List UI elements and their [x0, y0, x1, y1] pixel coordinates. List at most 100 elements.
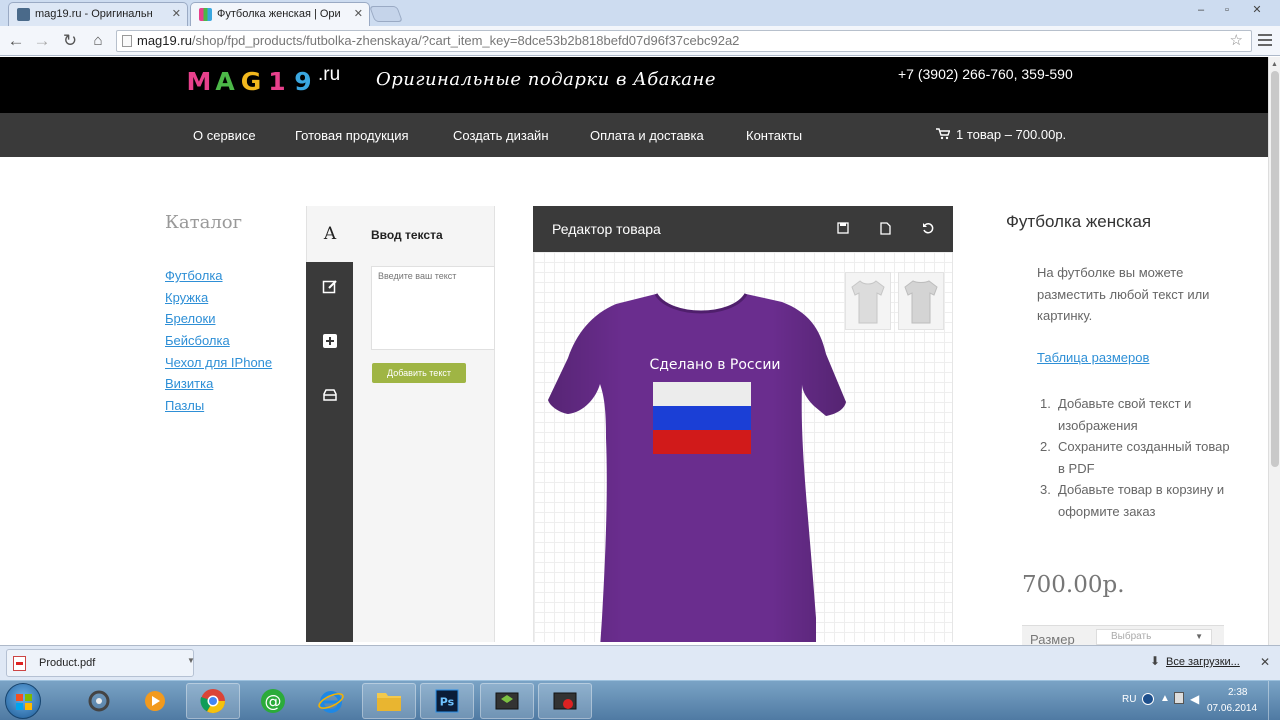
tab-mag19[interactable]: mag19.ru - Оригинальн ✕: [8, 2, 188, 26]
taskbar-app-chrome[interactable]: [186, 683, 240, 719]
cart-summary[interactable]: 1 товар – 700.00р.: [936, 127, 1066, 142]
pdf-document-icon[interactable]: [880, 222, 891, 238]
restore-button[interactable]: ▫: [1214, 2, 1240, 18]
nav-item-contacts[interactable]: Контакты: [746, 128, 802, 143]
forward-arrow-icon[interactable]: →: [30, 29, 54, 53]
design-text-overlay[interactable]: Сделано в России: [630, 357, 800, 373]
add-text-button[interactable]: Добавить текст: [372, 363, 466, 383]
product-name: Футболка женская: [1006, 212, 1152, 231]
product-description: На футболке вы можете разместить любой т…: [1037, 265, 1210, 323]
size-table-link[interactable]: Таблица размеров: [1037, 350, 1149, 365]
close-window-button[interactable]: ✕: [1240, 2, 1274, 18]
add-image-tool-icon[interactable]: [306, 333, 353, 353]
taskbar-app-media-player[interactable]: [128, 683, 182, 719]
tab-futbolka[interactable]: Футболка женская | Ори ✕: [190, 2, 370, 28]
address-bar[interactable]: mag19.ru/shop/fpd_products/futbolka-zhen…: [116, 30, 1252, 52]
catalog-link-cap[interactable]: Бейсболка: [165, 333, 230, 348]
system-tray: RU ▲ ◀ 2:38 07.06.2014: [1110, 681, 1280, 721]
editor-tools: A: [306, 206, 353, 642]
help-icon[interactable]: [1142, 693, 1154, 705]
size-select[interactable]: Выбрать ▼: [1096, 629, 1212, 645]
taskbar-app-mail-agent[interactable]: @: [246, 683, 300, 719]
pdf-file-icon: [13, 656, 26, 671]
scrollbar-thumb[interactable]: [1271, 71, 1279, 467]
bookmark-star-icon[interactable]: ☆: [1230, 31, 1243, 51]
catalog-link-keychain[interactable]: Брелоки: [165, 311, 215, 326]
size-selector-row: Размер Выбрать ▼: [1022, 625, 1224, 647]
close-tab-icon[interactable]: ✕: [354, 7, 363, 20]
back-view-thumbnail[interactable]: [898, 272, 944, 330]
layers-tool-icon[interactable]: [306, 388, 353, 406]
editor-header: Редактор товара: [533, 206, 953, 252]
download-item[interactable]: Product.pdf ▼: [6, 649, 195, 677]
taskbar-app-photoshop[interactable]: Ps: [420, 683, 474, 719]
svg-text:@: @: [265, 692, 282, 712]
cart-text: 1 товар – 700.00р.: [956, 127, 1067, 142]
svg-text:Ps: Ps: [440, 696, 455, 709]
browser-menu-icon[interactable]: [1258, 31, 1274, 49]
catalog-link-iphone-case[interactable]: Чехол для IPhone: [165, 355, 272, 370]
chevron-down-icon[interactable]: ▼: [187, 656, 195, 665]
site-favicon-icon: [199, 8, 212, 21]
taskbar-app-recorder[interactable]: [480, 683, 534, 719]
nav-item-products[interactable]: Готовая продукция: [295, 128, 409, 143]
back-arrow-icon[interactable]: ←: [4, 29, 28, 53]
tshirt-image[interactable]: [546, 288, 858, 642]
taskbar-app-explorer[interactable]: [362, 683, 416, 719]
browser-chrome: mag19.ru - Оригинальн ✕ Футболка женская…: [0, 0, 1280, 56]
show-desktop-button[interactable]: [1268, 681, 1280, 721]
chrome-icon: [200, 689, 225, 714]
all-downloads-link[interactable]: Все загрузки...: [1166, 656, 1240, 668]
main-navigation: О сервисе Готовая продукция Создать диза…: [0, 113, 1268, 157]
downloads-bar: Product.pdf ▼ ⬇ Все загрузки... ✕: [0, 645, 1280, 680]
start-button[interactable]: [5, 683, 41, 719]
logo-letter: 9: [294, 67, 312, 96]
editor-title: Редактор товара: [552, 221, 661, 237]
page-scrollbar[interactable]: ▲: [1268, 57, 1280, 645]
recorder-icon: [495, 692, 519, 710]
scroll-up-arrow-icon[interactable]: ▲: [1271, 61, 1278, 68]
nav-item-create-design[interactable]: Создать дизайн: [453, 128, 549, 143]
reload-icon[interactable]: ↻: [58, 29, 82, 53]
design-text-input[interactable]: [371, 266, 495, 350]
taskbar-app-utility[interactable]: [72, 683, 126, 719]
flag-stripe-white: [653, 382, 751, 406]
edit-tool-icon[interactable]: [306, 278, 353, 298]
phone-number: +7 (3902) 266-760, 359-590: [898, 66, 1073, 82]
taskbar-app-internet-explorer[interactable]: [304, 683, 358, 719]
new-tab-button[interactable]: [369, 6, 403, 22]
design-canvas[interactable]: Сделано в России: [533, 252, 953, 642]
chevron-down-icon: ▼: [1195, 632, 1203, 641]
list-item: 1. Добавьте свой текст и изображения: [1040, 393, 1240, 436]
list-item: 3. Добавьте товар в корзину и оформите за…: [1040, 479, 1240, 522]
clock-time[interactable]: 2:38: [1228, 687, 1247, 698]
network-icon[interactable]: [1174, 692, 1184, 704]
windows-taskbar: @ Ps RU ▲ ◀ 2:38 07.06.2014: [0, 680, 1280, 721]
catalog-link-tshirt[interactable]: Футболка: [165, 268, 223, 283]
nav-item-payment-delivery[interactable]: Оплата и доставка: [590, 128, 704, 143]
tray-expand-icon[interactable]: ▲: [1160, 693, 1170, 704]
taskbar-app-recorder-2[interactable]: [538, 683, 592, 719]
minimize-button[interactable]: –: [1188, 2, 1214, 18]
clock-date[interactable]: 07.06.2014: [1207, 703, 1257, 714]
tab-title: Футболка женская | Ори: [217, 8, 341, 20]
volume-icon[interactable]: ◀: [1190, 692, 1199, 706]
undo-icon[interactable]: [922, 222, 934, 237]
site-logo[interactable]: M A G 1 9: [186, 65, 316, 101]
catalog-link-puzzle[interactable]: Пазлы: [165, 398, 204, 413]
page-icon: [122, 35, 132, 47]
catalog-link-mug[interactable]: Кружка: [165, 290, 208, 305]
language-indicator[interactable]: RU: [1122, 694, 1136, 705]
catalog-link-business-card[interactable]: Визитка: [165, 376, 213, 391]
nav-item-about[interactable]: О сервисе: [193, 128, 256, 143]
close-tab-icon[interactable]: ✕: [172, 7, 181, 20]
url-host: mag19.ru: [137, 33, 192, 48]
media-player-icon: [145, 691, 165, 711]
save-icon[interactable]: [837, 222, 849, 237]
text-tool-button[interactable]: A: [306, 206, 353, 262]
home-icon[interactable]: ⌂: [86, 29, 110, 53]
recorder-stop-icon: [553, 692, 577, 710]
step-text: Добавьте товар в корзину и оформите зака…: [1058, 482, 1225, 519]
close-downloads-icon[interactable]: ✕: [1260, 655, 1270, 669]
folder-icon: [377, 693, 401, 711]
